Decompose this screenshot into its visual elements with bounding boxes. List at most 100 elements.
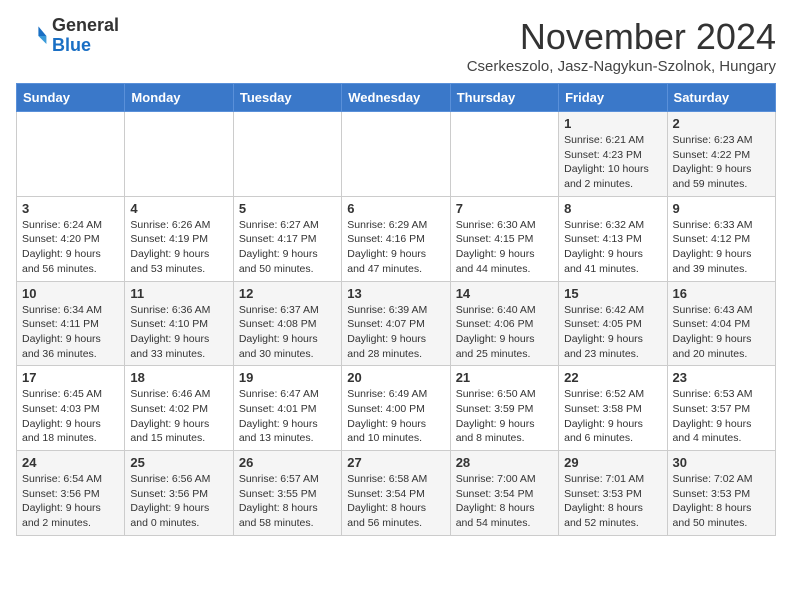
calendar-cell: 4Sunrise: 6:26 AM Sunset: 4:19 PM Daylig… — [125, 196, 233, 281]
day-info: Sunrise: 6:46 AM Sunset: 4:02 PM Dayligh… — [130, 387, 227, 446]
day-number: 20 — [347, 370, 444, 385]
calendar-cell — [233, 112, 341, 197]
day-number: 27 — [347, 455, 444, 470]
calendar-week-row: 24 Sunrise: 6:54 AM Sunset: 3:56 PM Dayli… — [17, 451, 776, 536]
day-number: 30 — [673, 455, 770, 470]
location-subtitle: Cserkeszolo, Jasz-Nagykun-Szolnok, Hunga… — [467, 58, 776, 75]
day-info: Sunrise: 6:54 AM Sunset: 3:56 PM Dayligh… — [22, 472, 119, 531]
day-info: Sunrise: 6:58 AM Sunset: 3:54 PM Dayligh… — [347, 472, 444, 531]
day-number: 12 — [239, 286, 336, 301]
day-number: 13 — [347, 286, 444, 301]
calendar-cell: 23Sunrise: 6:53 AM Sunset: 3:57 PM Dayli… — [667, 366, 775, 451]
day-number: 24 — [22, 455, 119, 470]
day-number: 2 — [673, 116, 770, 131]
day-info: Sunrise: 6:32 AM Sunset: 4:13 PM Dayligh… — [564, 218, 661, 277]
calendar-cell: 25 Sunrise: 6:56 AM Sunset: 3:56 PM Dayli… — [125, 451, 233, 536]
day-number: 19 — [239, 370, 336, 385]
weekday-header-thursday: Thursday — [450, 84, 558, 112]
day-info: Sunrise: 7:02 AM Sunset: 3:53 PM Dayligh… — [673, 472, 770, 531]
calendar-cell: 8Sunrise: 6:32 AM Sunset: 4:13 PM Daylig… — [559, 196, 667, 281]
page-header: General Blue November 2024 Cserkeszolo, … — [16, 16, 776, 75]
day-info: Sunrise: 6:24 AM Sunset: 4:20 PM Dayligh… — [22, 218, 119, 277]
calendar-cell — [342, 112, 450, 197]
calendar-cell: 27 Sunrise: 6:58 AM Sunset: 3:54 PM Dayli… — [342, 451, 450, 536]
weekday-header-tuesday: Tuesday — [233, 84, 341, 112]
weekday-header-friday: Friday — [559, 84, 667, 112]
calendar-cell: 9 Sunrise: 6:33 AM Sunset: 4:12 PM Daylig… — [667, 196, 775, 281]
day-info: Sunrise: 6:40 AM Sunset: 4:06 PM Dayligh… — [456, 303, 553, 362]
weekday-header-sunday: Sunday — [17, 84, 125, 112]
day-info: Sunrise: 6:30 AM Sunset: 4:15 PM Dayligh… — [456, 218, 553, 277]
day-info: Sunrise: 6:45 AM Sunset: 4:03 PM Dayligh… — [22, 387, 119, 446]
day-info: Sunrise: 6:47 AM Sunset: 4:01 PM Dayligh… — [239, 387, 336, 446]
day-number: 10 — [22, 286, 119, 301]
day-info: Sunrise: 6:27 AM Sunset: 4:17 PM Dayligh… — [239, 218, 336, 277]
logo-general-text: General — [52, 16, 119, 36]
calendar-cell: 3Sunrise: 6:24 AM Sunset: 4:20 PM Daylig… — [17, 196, 125, 281]
logo: General Blue — [16, 16, 119, 56]
day-number: 9 — [673, 201, 770, 216]
calendar-cell: 24 Sunrise: 6:54 AM Sunset: 3:56 PM Dayli… — [17, 451, 125, 536]
day-info: Sunrise: 6:53 AM Sunset: 3:57 PM Dayligh… — [673, 387, 770, 446]
day-number: 11 — [130, 286, 227, 301]
calendar-cell: 30 Sunrise: 7:02 AM Sunset: 3:53 PM Dayli… — [667, 451, 775, 536]
logo-text: General Blue — [52, 16, 119, 56]
day-number: 6 — [347, 201, 444, 216]
calendar-cell: 17Sunrise: 6:45 AM Sunset: 4:03 PM Dayli… — [17, 366, 125, 451]
day-number: 15 — [564, 286, 661, 301]
calendar-cell: 26 Sunrise: 6:57 AM Sunset: 3:55 PM Dayli… — [233, 451, 341, 536]
calendar-cell: 1Sunrise: 6:21 AM Sunset: 4:23 PM Daylig… — [559, 112, 667, 197]
logo-blue-text: Blue — [52, 36, 119, 56]
calendar-cell: 5 Sunrise: 6:27 AM Sunset: 4:17 PM Daylig… — [233, 196, 341, 281]
calendar-cell: 22Sunrise: 6:52 AM Sunset: 3:58 PM Dayli… — [559, 366, 667, 451]
calendar-table: SundayMondayTuesdayWednesdayThursdayFrid… — [16, 83, 776, 536]
day-info: Sunrise: 6:29 AM Sunset: 4:16 PM Dayligh… — [347, 218, 444, 277]
calendar-cell: 10 Sunrise: 6:34 AM Sunset: 4:11 PM Dayli… — [17, 281, 125, 366]
weekday-header-wednesday: Wednesday — [342, 84, 450, 112]
day-number: 25 — [130, 455, 227, 470]
day-number: 26 — [239, 455, 336, 470]
calendar-cell — [17, 112, 125, 197]
title-section: November 2024 Cserkeszolo, Jasz-Nagykun-… — [467, 16, 776, 75]
day-number: 5 — [239, 201, 336, 216]
day-number: 28 — [456, 455, 553, 470]
calendar-cell: 11 Sunrise: 6:36 AM Sunset: 4:10 PM Dayli… — [125, 281, 233, 366]
day-info: Sunrise: 6:36 AM Sunset: 4:10 PM Dayligh… — [130, 303, 227, 362]
calendar-header-row: SundayMondayTuesdayWednesdayThursdayFrid… — [17, 84, 776, 112]
calendar-cell: 16Sunrise: 6:43 AM Sunset: 4:04 PM Dayli… — [667, 281, 775, 366]
day-info: Sunrise: 6:50 AM Sunset: 3:59 PM Dayligh… — [456, 387, 553, 446]
day-info: Sunrise: 6:57 AM Sunset: 3:55 PM Dayligh… — [239, 472, 336, 531]
weekday-header-monday: Monday — [125, 84, 233, 112]
calendar-cell: 29 Sunrise: 7:01 AM Sunset: 3:53 PM Dayli… — [559, 451, 667, 536]
logo-icon — [16, 20, 48, 52]
calendar-week-row: 1Sunrise: 6:21 AM Sunset: 4:23 PM Daylig… — [17, 112, 776, 197]
calendar-cell: 28 Sunrise: 7:00 AM Sunset: 3:54 PM Dayli… — [450, 451, 558, 536]
calendar-week-row: 3Sunrise: 6:24 AM Sunset: 4:20 PM Daylig… — [17, 196, 776, 281]
weekday-header-saturday: Saturday — [667, 84, 775, 112]
day-info: Sunrise: 7:01 AM Sunset: 3:53 PM Dayligh… — [564, 472, 661, 531]
day-info: Sunrise: 6:21 AM Sunset: 4:23 PM Dayligh… — [564, 133, 661, 192]
day-number: 21 — [456, 370, 553, 385]
day-info: Sunrise: 6:56 AM Sunset: 3:56 PM Dayligh… — [130, 472, 227, 531]
day-number: 14 — [456, 286, 553, 301]
day-info: Sunrise: 6:23 AM Sunset: 4:22 PM Dayligh… — [673, 133, 770, 192]
calendar-week-row: 17Sunrise: 6:45 AM Sunset: 4:03 PM Dayli… — [17, 366, 776, 451]
calendar-cell: 6 Sunrise: 6:29 AM Sunset: 4:16 PM Daylig… — [342, 196, 450, 281]
calendar-cell: 19 Sunrise: 6:47 AM Sunset: 4:01 PM Dayli… — [233, 366, 341, 451]
day-info: Sunrise: 6:52 AM Sunset: 3:58 PM Dayligh… — [564, 387, 661, 446]
calendar-cell: 21 Sunrise: 6:50 AM Sunset: 3:59 PM Dayli… — [450, 366, 558, 451]
calendar-cell: 7Sunrise: 6:30 AM Sunset: 4:15 PM Daylig… — [450, 196, 558, 281]
calendar-cell: 20Sunrise: 6:49 AM Sunset: 4:00 PM Dayli… — [342, 366, 450, 451]
day-info: Sunrise: 6:39 AM Sunset: 4:07 PM Dayligh… — [347, 303, 444, 362]
day-number: 18 — [130, 370, 227, 385]
calendar-cell: 18 Sunrise: 6:46 AM Sunset: 4:02 PM Dayli… — [125, 366, 233, 451]
calendar-cell — [450, 112, 558, 197]
calendar-cell: 12 Sunrise: 6:37 AM Sunset: 4:08 PM Dayli… — [233, 281, 341, 366]
day-number: 4 — [130, 201, 227, 216]
day-number: 29 — [564, 455, 661, 470]
day-info: Sunrise: 6:34 AM Sunset: 4:11 PM Dayligh… — [22, 303, 119, 362]
day-info: Sunrise: 6:37 AM Sunset: 4:08 PM Dayligh… — [239, 303, 336, 362]
calendar-week-row: 10 Sunrise: 6:34 AM Sunset: 4:11 PM Dayli… — [17, 281, 776, 366]
day-info: Sunrise: 6:33 AM Sunset: 4:12 PM Dayligh… — [673, 218, 770, 277]
day-info: Sunrise: 7:00 AM Sunset: 3:54 PM Dayligh… — [456, 472, 553, 531]
